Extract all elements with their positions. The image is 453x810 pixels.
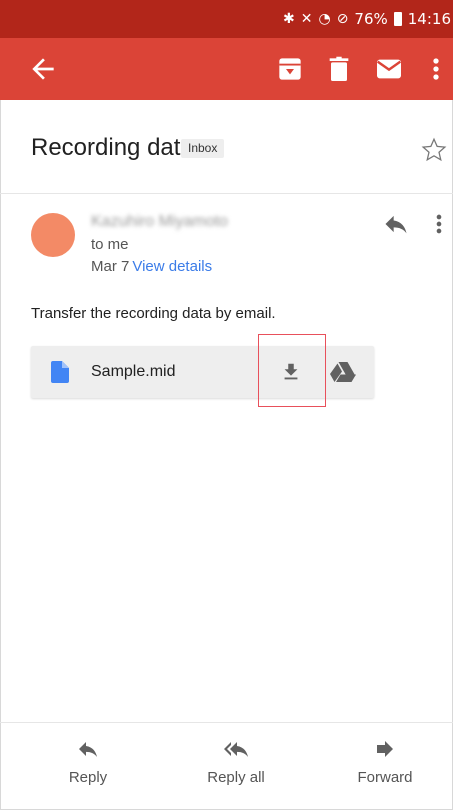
reply-all-button[interactable]: Reply all bbox=[176, 737, 296, 786]
back-arrow-icon[interactable] bbox=[27, 53, 59, 85]
status-bar: ✱ ✕ ◔ ⊘ 76% 14:16 bbox=[0, 0, 453, 38]
star-icon[interactable] bbox=[420, 136, 448, 164]
mail-icon[interactable] bbox=[373, 53, 405, 85]
reply-all-label: Reply all bbox=[207, 769, 265, 786]
delete-icon[interactable] bbox=[323, 53, 355, 85]
battery-icon bbox=[393, 12, 402, 26]
document-file-icon bbox=[51, 361, 69, 383]
inbox-label-badge[interactable]: Inbox bbox=[181, 139, 225, 158]
do-not-disturb-icon: ⊘ bbox=[336, 11, 349, 27]
attachment-filename: Sample.mid bbox=[91, 363, 176, 380]
reply-icon bbox=[79, 742, 97, 757]
sender-avatar[interactable] bbox=[31, 213, 75, 257]
screen-frame bbox=[0, 0, 453, 810]
archive-icon[interactable] bbox=[274, 53, 306, 85]
reply-label: Reply bbox=[68, 769, 108, 786]
bottom-divider bbox=[0, 722, 453, 723]
reply-all-icon bbox=[224, 742, 248, 757]
battery-percent: 76% bbox=[354, 10, 388, 28]
forward-label: Forward bbox=[357, 769, 413, 786]
app-toolbar bbox=[0, 38, 453, 100]
bluetooth-icon: ✱ bbox=[283, 11, 295, 27]
download-highlight-box bbox=[258, 334, 326, 407]
sender-name[interactable]: Kazuhiro Miyamoto bbox=[91, 213, 228, 231]
forward-icon bbox=[377, 741, 393, 757]
more-vert-icon[interactable] bbox=[430, 210, 448, 238]
view-details-link[interactable]: View details bbox=[132, 258, 212, 275]
email-subject: Recording data bbox=[31, 134, 194, 161]
recipient-line: to me bbox=[91, 236, 129, 253]
email-body: Transfer the recording data by email. bbox=[31, 305, 276, 322]
reply-icon[interactable] bbox=[381, 210, 411, 238]
date-row: Mar 7 View details bbox=[91, 258, 212, 275]
mute-icon: ✕ bbox=[300, 11, 313, 27]
google-drive-icon[interactable] bbox=[330, 361, 356, 383]
wifi-icon: ◔ bbox=[318, 11, 331, 27]
forward-button[interactable]: Forward bbox=[325, 737, 445, 786]
reply-button[interactable]: Reply bbox=[28, 737, 148, 786]
more-vert-icon[interactable] bbox=[420, 53, 452, 85]
clock: 14:16 bbox=[407, 10, 451, 28]
divider bbox=[0, 193, 453, 194]
email-date: Mar 7 bbox=[91, 258, 130, 275]
status-icons: ✱ ✕ ◔ ⊘ 76% 14:16 bbox=[283, 8, 451, 30]
